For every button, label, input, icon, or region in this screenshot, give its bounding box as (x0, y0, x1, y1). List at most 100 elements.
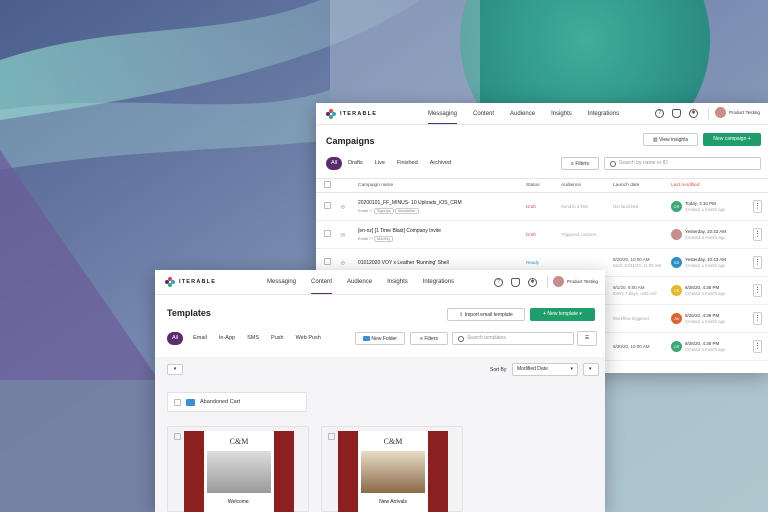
new-template-button[interactable]: + New template ▾ (530, 308, 595, 321)
channel-label: Email (358, 208, 369, 213)
sort-by-label: Sort By (490, 367, 507, 373)
col-audience[interactable]: Audience (561, 178, 613, 193)
folder-icon (363, 336, 371, 342)
tab-archived[interactable]: Archived (424, 157, 457, 170)
tab-web-push[interactable]: Web Push (290, 332, 327, 345)
tab-push[interactable]: Push (265, 332, 290, 345)
campaign-tag[interactable]: Monthly (373, 236, 394, 242)
row-checkbox[interactable] (324, 258, 331, 265)
tab-drafts[interactable]: Drafts (342, 157, 369, 170)
folder-item[interactable]: Abandoned Cart (167, 392, 307, 412)
more-options-icon[interactable]: ⋮ (753, 312, 762, 325)
bell-icon[interactable] (511, 278, 520, 287)
new-folder-button[interactable]: New Folder (355, 332, 405, 345)
tab-all[interactable]: All (167, 332, 184, 345)
filters-button[interactable]: ≡ Filters (561, 157, 599, 170)
more-options-icon[interactable]: ⋮ (753, 228, 762, 241)
campaign-name[interactable]: [en-nz] [1 Time Blast] Company Invite (358, 228, 526, 234)
tab-all[interactable]: All (326, 157, 343, 170)
gear-icon[interactable]: ✱ (528, 278, 537, 287)
template-checkbox[interactable] (328, 433, 335, 440)
table-row[interactable]: ✣ 20200101_FF_MINUS- 10 Uploads_iOS_CRM Em… (316, 192, 768, 221)
avatar: CR (671, 341, 682, 352)
template-card[interactable]: C&M Welcome. (167, 426, 309, 512)
row-checkbox[interactable] (324, 202, 331, 209)
sort-by-select[interactable]: Modified Date ▾ (512, 363, 578, 376)
template-checkbox[interactable] (174, 433, 181, 440)
col-campaign-name[interactable]: Campaign name (358, 178, 526, 193)
select-all-checkbox[interactable] (324, 181, 331, 188)
bell-icon[interactable] (672, 109, 681, 118)
campaign-name[interactable]: 20200101_FF_MINUS- 10 Uploads_iOS_CRM (358, 200, 526, 206)
tab-email[interactable]: Email (187, 332, 213, 345)
list-view-toggle[interactable]: ☰ (577, 331, 597, 346)
chevron-down-icon: ▾ (579, 311, 582, 317)
nav-audience[interactable]: Audience (347, 270, 372, 295)
bulk-select-checkbox[interactable]: ▾ (167, 364, 183, 375)
tab-finished[interactable]: Finished (391, 157, 424, 170)
nav-content[interactable]: Content (473, 103, 494, 125)
sort-direction-button[interactable]: ▾ (583, 363, 599, 376)
modified-date: Yesterday, 10:43 AM (685, 228, 727, 234)
user-menu[interactable]: Product Testing (553, 276, 598, 287)
avatar: CE (671, 285, 682, 296)
more-options-icon[interactable]: ⋮ (753, 256, 762, 269)
user-menu[interactable]: Product Testing (715, 107, 760, 118)
top-nav: ITERABLE Messaging Content Audience Insi… (155, 270, 605, 295)
col-launch-date[interactable]: Launch date (613, 178, 671, 193)
plus-icon: + (747, 136, 751, 142)
new-template-label: New template (547, 311, 578, 317)
view-insights-button[interactable]: ▥ View insights (643, 133, 698, 146)
more-options-icon[interactable]: ⋮ (753, 284, 762, 297)
nav-messaging[interactable]: Messaging (428, 103, 458, 125)
nav-integrations[interactable]: Integrations (588, 103, 619, 125)
created-text: Created a month ago (685, 318, 726, 324)
row-checkbox[interactable] (324, 230, 331, 237)
created-text: Created a month ago (685, 234, 726, 240)
nav-content[interactable]: Content (311, 270, 333, 295)
col-last-modified[interactable]: Last modified (671, 178, 749, 193)
table-row[interactable]: ✉ [en-nz] [1 Time Blast] Company Invite Em… (316, 220, 768, 249)
more-options-icon[interactable]: ⋮ (753, 340, 762, 353)
help-icon[interactable]: ? (494, 278, 503, 287)
tab-in-app[interactable]: In-App (213, 332, 241, 345)
tab-sms[interactable]: SMS (241, 332, 265, 345)
folder-name: Abandoned Cart (200, 399, 241, 405)
import-email-template-button[interactable]: ⇪ Import email template (447, 308, 525, 321)
help-icon[interactable]: ? (655, 109, 664, 118)
launch-schedule: Every 7 days, until end (613, 290, 657, 296)
launch-date: 9/30/20, 10:00 AM (613, 343, 650, 349)
gear-icon[interactable]: ✱ (689, 109, 698, 118)
template-search-input[interactable]: Search templates (452, 332, 574, 345)
top-nav: ITERABLE Messaging Content Audience Insi… (316, 103, 768, 125)
iterable-logo[interactable]: ITERABLE (165, 277, 216, 287)
iterable-logo[interactable]: ITERABLE (326, 109, 377, 119)
template-card[interactable]: C&M New Arrivals (321, 426, 463, 512)
launch-date: Not launched (613, 203, 639, 209)
tab-live[interactable]: Live (369, 157, 391, 170)
nav-insights[interactable]: Insights (551, 103, 572, 125)
avatar: CR (671, 201, 682, 212)
campaign-search-input[interactable]: Search by name or ID (604, 157, 761, 170)
user-name: Product Testing (729, 110, 760, 115)
nav-insights[interactable]: Insights (387, 270, 408, 295)
created-text: Created a month ago (685, 290, 726, 296)
col-status[interactable]: Status (526, 178, 561, 193)
nav-audience[interactable]: Audience (510, 103, 535, 125)
campaign-tag[interactable]: Newsletter (394, 208, 419, 214)
nav-messaging[interactable]: Messaging (267, 270, 296, 295)
folder-checkbox[interactable] (174, 398, 181, 406)
channel-label: Email (358, 236, 369, 241)
campaign-name[interactable]: 01012020 VOY x Leather 'Running' Shell (358, 260, 526, 266)
audience-text: Send to 2 lists (561, 203, 588, 209)
avatar (715, 107, 726, 118)
filters-button[interactable]: ≡ Filters (410, 332, 448, 345)
created-text: Created a month ago (685, 346, 726, 352)
store-image (361, 451, 425, 493)
new-campaign-button[interactable]: New campaign + (703, 133, 761, 146)
campaign-tag[interactable]: Signups (373, 208, 394, 214)
more-options-icon[interactable]: ⋮ (753, 200, 762, 213)
nav-integrations[interactable]: Integrations (423, 270, 454, 295)
template-brand: C&M (383, 437, 403, 446)
status-badge: Draft (526, 231, 536, 237)
